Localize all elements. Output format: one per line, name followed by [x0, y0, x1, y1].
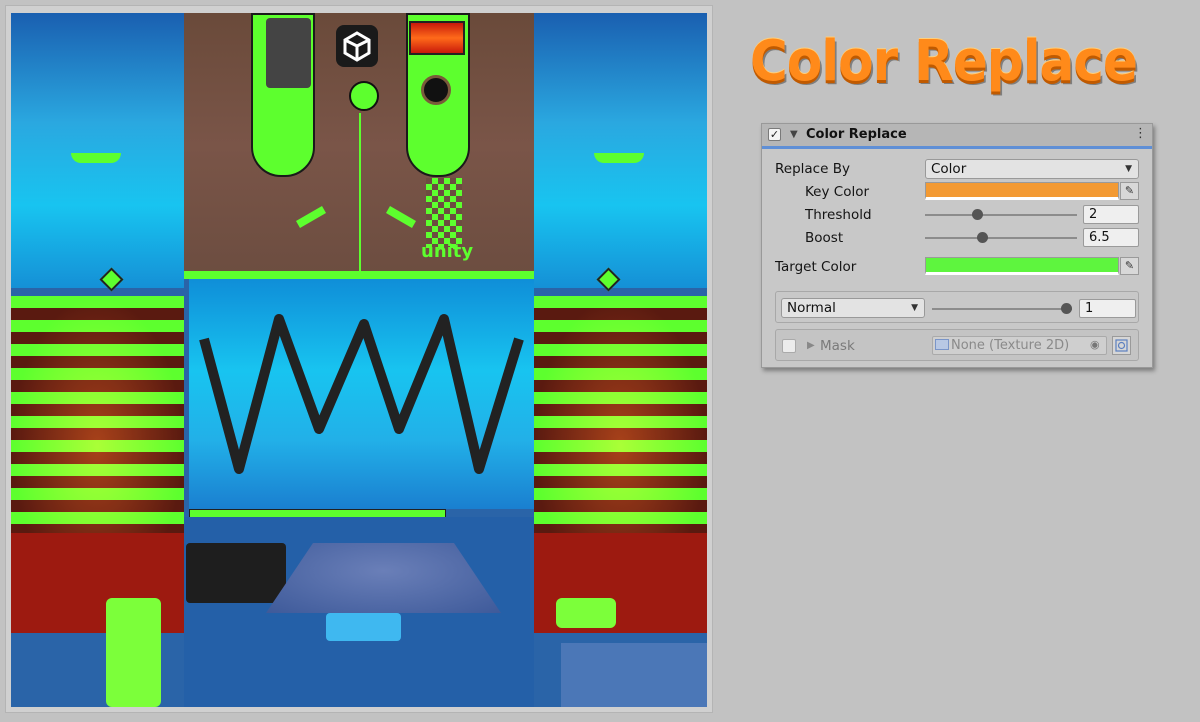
texture-preview-icon [1115, 339, 1128, 352]
lower-dark-panel [186, 543, 286, 603]
kebab-icon[interactable]: ⋮ [1134, 126, 1147, 141]
threshold-slider-track[interactable] [925, 214, 1077, 216]
eyedropper-icon[interactable]: ✎ [1120, 257, 1139, 275]
blend-input[interactable]: 1 [1079, 299, 1136, 318]
inspector-panel: ✓ ▼ Color Replace ⋮ Replace By Color ▼ K… [761, 123, 1153, 368]
target-color-swatch[interactable] [925, 257, 1119, 275]
vest-button [421, 75, 451, 105]
texture-preview-frame: unity [5, 5, 713, 713]
replace-by-value: Color [931, 161, 967, 177]
key-color-label: Key Color [805, 184, 870, 200]
key-color-swatch[interactable] [925, 182, 1119, 200]
replace-by-label: Replace By [775, 161, 850, 177]
texture-preview: unity [11, 13, 707, 707]
header-accent-line [762, 146, 1152, 149]
blend-slider-track[interactable] [932, 308, 1072, 310]
vest-belt [184, 271, 534, 279]
page-title: Color Replace [750, 29, 1138, 94]
texture-preview-button[interactable] [1112, 336, 1131, 355]
boost-slider-thumb[interactable] [977, 232, 988, 243]
threshold-label: Threshold [805, 207, 872, 223]
vest-zipper [359, 113, 361, 278]
threshold-input[interactable]: 2 [1083, 205, 1139, 224]
mask-enabled-checkbox[interactable] [782, 339, 796, 353]
right-stripes [534, 296, 707, 546]
vest-checker [426, 178, 462, 248]
left-sleeve-band [71, 153, 121, 163]
left-green-leg [106, 598, 161, 707]
threshold-slider-thumb[interactable] [972, 209, 983, 220]
eyedropper-icon[interactable]: ✎ [1120, 182, 1139, 200]
right-corner-patch [561, 643, 707, 707]
vest-green-circle [349, 81, 379, 111]
right-sleeve-blue [534, 13, 707, 288]
lower-cyan-tag [326, 613, 401, 641]
unity-cube-icon [343, 31, 371, 62]
triangle-down-icon[interactable]: ▼ [790, 129, 798, 140]
right-sleeve-band [594, 153, 644, 163]
boost-label: Boost [805, 230, 844, 246]
replace-by-dropdown[interactable]: Color ▼ [925, 159, 1139, 179]
left-stripes [11, 296, 184, 546]
unity-logo-badge [336, 25, 378, 67]
blend-slider-thumb[interactable] [1061, 303, 1072, 314]
check-icon: ✓ [769, 128, 780, 141]
mask-texture-field[interactable]: None (Texture 2D) [932, 336, 1107, 355]
trouser-seams-icon [199, 314, 524, 474]
vest-badge-dark [266, 18, 311, 88]
target-color-label: Target Color [775, 259, 857, 275]
mask-label: Mask [820, 338, 855, 354]
component-title: Color Replace [806, 127, 907, 142]
boost-slider-track[interactable] [925, 237, 1077, 239]
blend-mode-dropdown[interactable]: Normal ▼ [781, 298, 925, 318]
chevron-down-icon: ▼ [911, 303, 918, 313]
left-sleeve-blue [11, 13, 184, 288]
target-icon[interactable]: ◉ [1090, 338, 1100, 351]
texture-icon [935, 339, 949, 350]
component-enabled-checkbox[interactable]: ✓ [768, 128, 781, 141]
vest-logo-text: unity [421, 241, 474, 262]
chevron-down-icon: ▼ [1125, 164, 1132, 174]
right-green-patch [556, 598, 616, 628]
triangle-right-icon[interactable]: ▶ [807, 340, 815, 351]
mask-texture-value: None (Texture 2D) [951, 338, 1070, 353]
blend-mode-value: Normal [787, 300, 836, 316]
boost-input[interactable]: 6.5 [1083, 228, 1139, 247]
vest-red-tag [409, 21, 465, 55]
